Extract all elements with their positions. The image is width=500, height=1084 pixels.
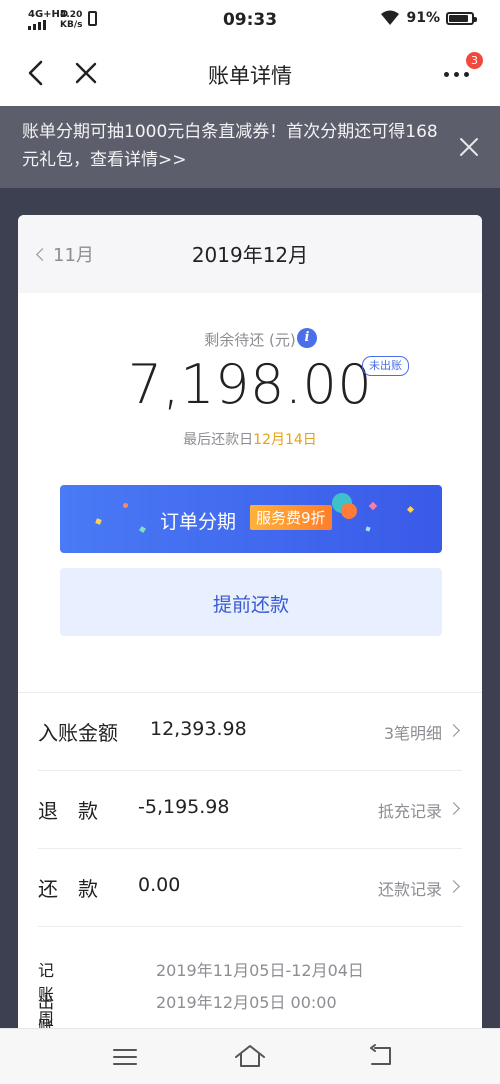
chevron-right-icon — [447, 802, 460, 815]
row-posted-amount[interactable]: 入账金额 12,393.98 3笔明细 — [38, 693, 462, 771]
chevron-left-icon — [28, 60, 43, 86]
promo-banner[interactable]: 账单分期可抽1000元白条直减券！首次分期还可得168元礼包，查看详情>> — [0, 106, 500, 188]
fee-discount-tag: 服务费9折 — [250, 505, 332, 530]
back-arrow-icon — [370, 1044, 391, 1065]
promo-text[interactable]: 账单分期可抽1000元白条直减券！首次分期还可得168元礼包，查看详情>> — [22, 118, 442, 174]
menu-button[interactable] — [112, 1047, 138, 1067]
battery-icon — [446, 11, 477, 25]
chevron-right-icon — [447, 724, 460, 737]
promo-close-button[interactable] — [458, 136, 480, 158]
more-dots-icon — [444, 72, 469, 77]
home-icon — [235, 1045, 265, 1067]
status-bar: 4G+HD 4.20 KB/s 09:33 91% — [0, 0, 500, 40]
close-icon — [460, 138, 478, 156]
row-label: 退 款 — [38, 799, 98, 823]
row-repayment[interactable]: 还 款 0.00 还款记录 — [38, 849, 462, 927]
repayment-records-link[interactable]: 还款记录 — [378, 876, 442, 900]
row-divider — [38, 926, 462, 927]
home-button[interactable] — [233, 1043, 267, 1069]
due-prefix: 最后还款日 — [183, 432, 254, 448]
installment-label: 订单分期 — [160, 511, 237, 533]
more-button[interactable]: 3 — [440, 52, 483, 88]
back-button[interactable] — [22, 58, 52, 88]
chevron-right-icon — [447, 880, 460, 893]
close-icon — [75, 62, 97, 84]
info-icon[interactable]: i — [297, 328, 317, 348]
bill-card: 11月 2019年12月 剩余待还 (元) i 7,198.00 未出账 最后还… — [18, 215, 482, 1035]
row-label: 还 款 — [38, 877, 98, 901]
details-link[interactable]: 3笔明细 — [384, 720, 442, 744]
due-date-line: 最后还款日12月14日 — [18, 429, 482, 449]
row-refund[interactable]: 退 款 -5,195.98 抵充记录 — [38, 771, 462, 849]
wifi-icon — [381, 10, 400, 25]
row-value: 12,393.98 — [150, 718, 247, 740]
menu-icon — [113, 1049, 137, 1065]
battery-percent: 91% — [406, 10, 440, 26]
offset-records-link[interactable]: 抵充记录 — [378, 798, 442, 822]
status-badge: 未出账 — [362, 356, 409, 376]
system-back-button[interactable] — [366, 1043, 396, 1069]
prepay-label: 提前还款 — [212, 594, 289, 616]
row-value: 0.00 — [138, 874, 181, 896]
row-label: 入账金额 — [38, 721, 118, 745]
remaining-label: 剩余待还 (元) — [204, 331, 296, 349]
notification-badge: 3 — [466, 52, 483, 69]
close-button[interactable] — [72, 58, 100, 88]
meta-value: 2019年11月05日-12月04日 — [156, 961, 364, 980]
prepay-button[interactable]: 提前还款 — [60, 568, 442, 636]
title-bar: 账单详情 3 — [0, 40, 500, 106]
month-selector: 11月 2019年12月 — [18, 215, 482, 293]
row-value: -5,195.98 — [138, 796, 230, 818]
installment-button[interactable]: 订单分期 服务费9折 — [60, 485, 442, 553]
due-date: 12月14日 — [253, 432, 317, 448]
status-right: 91% — [380, 10, 477, 26]
remaining-amount: 7,198.00 — [127, 353, 373, 416]
system-nav-bar — [0, 1028, 500, 1084]
current-month: 2019年12月 — [191, 243, 309, 267]
meta-value: 2019年12月05日 00:00 — [156, 993, 337, 1012]
